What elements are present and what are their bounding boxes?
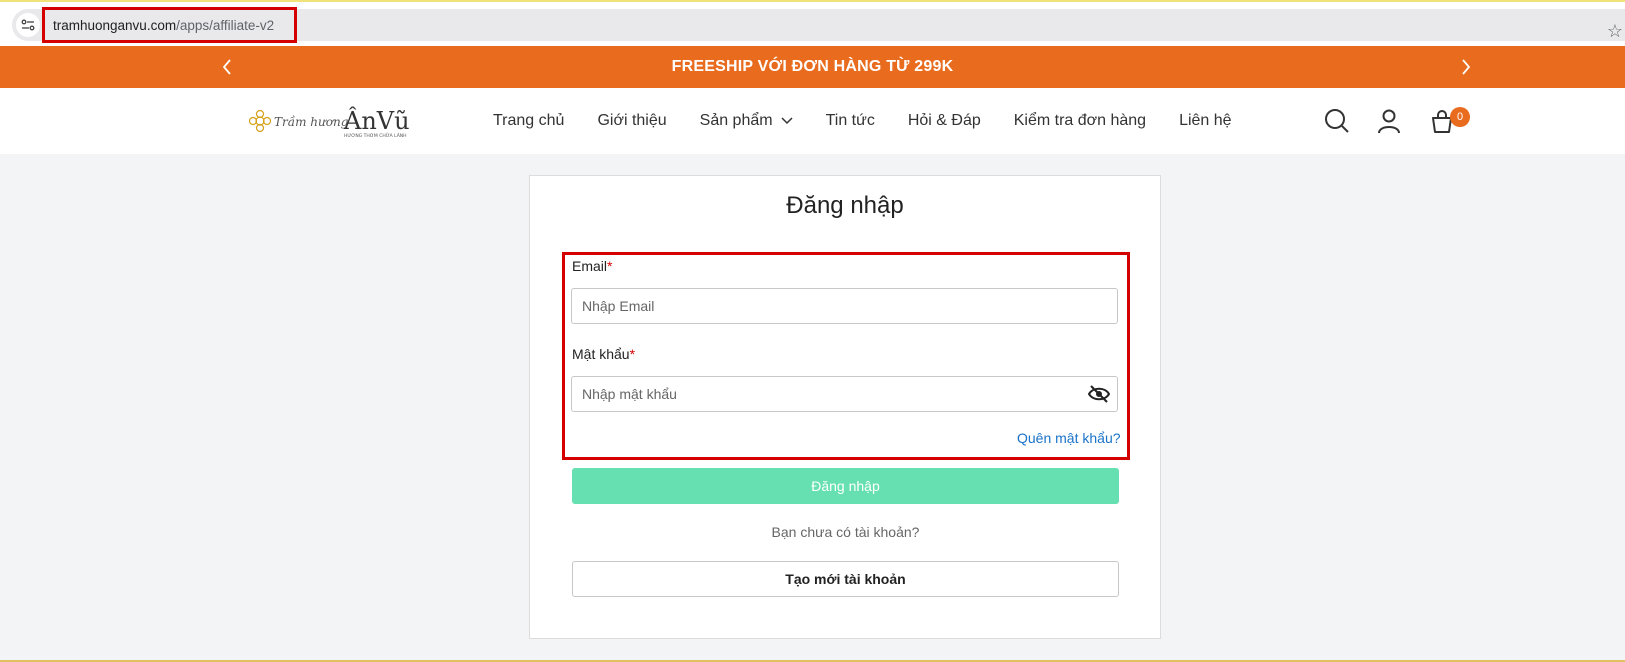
nav-item-home[interactable]: Trang chủ: [493, 112, 564, 130]
chevron-down-icon: [781, 117, 793, 125]
url-path: /apps/affiliate-v2: [176, 17, 275, 33]
main-nav: Trang chủ Giới thiệu Sản phẩm Tin tức Hỏ…: [493, 88, 1265, 154]
site-header: Trầm hương ÂnVũ HƯƠNG THƠM CHỮA LÀNH Tra…: [0, 88, 1625, 154]
cart-count-badge: 0: [1450, 107, 1470, 127]
site-info-icon[interactable]: [16, 13, 40, 37]
nav-item-contact[interactable]: Liên hệ: [1179, 112, 1232, 130]
no-account-text: Bạn chưa có tài khoản?: [771, 524, 920, 540]
site-logo[interactable]: Trầm hương ÂnVũ HƯƠNG THƠM CHỮA LÀNH: [248, 99, 418, 141]
lotus-logo-icon: [248, 109, 272, 133]
user-account-icon[interactable]: [1375, 107, 1403, 135]
password-label: Mật khẩu*: [572, 346, 636, 362]
svg-text:ÂnVũ: ÂnVũ: [343, 106, 410, 135]
svg-text:Trầm hương: Trầm hương: [274, 114, 349, 129]
nav-item-about[interactable]: Giới thiệu: [597, 112, 666, 130]
required-mark: *: [629, 346, 636, 362]
email-input[interactable]: [571, 288, 1118, 324]
url-domain: tramhuonganvu.com: [53, 17, 177, 33]
nav-item-order-check[interactable]: Kiểm tra đơn hàng: [1014, 112, 1146, 130]
url-text[interactable]: tramhuonganvu.com/apps/affiliate-v2: [42, 7, 297, 43]
bookmark-star-icon[interactable]: ☆: [1607, 22, 1623, 40]
login-button[interactable]: Đăng nhập: [572, 468, 1119, 504]
nav-item-news[interactable]: Tin tức: [826, 112, 875, 130]
email-label: Email*: [572, 258, 613, 274]
password-input[interactable]: [571, 376, 1118, 412]
search-icon[interactable]: [1323, 107, 1351, 135]
promo-text: FREESHIP VỚI ĐƠN HÀNG TỪ 299K: [671, 58, 954, 75]
create-account-button[interactable]: Tạo mới tài khoản: [572, 561, 1119, 597]
required-mark: *: [607, 258, 613, 274]
promo-prev-arrow-icon[interactable]: [217, 57, 237, 77]
nav-item-products[interactable]: Sản phẩm: [700, 112, 793, 130]
promo-next-arrow-icon[interactable]: [1456, 57, 1476, 77]
login-title: Đăng nhập: [786, 192, 904, 219]
svg-text:HƯƠNG THƠM CHỮA LÀNH: HƯƠNG THƠM CHỮA LÀNH: [344, 132, 407, 139]
browser-toolbar: ☆ tramhuonganvu.com/apps/affiliate-v2: [0, 0, 1625, 46]
forgot-password-link[interactable]: Quên mật khẩu?: [1017, 430, 1121, 446]
nav-item-faq[interactable]: Hỏi & Đáp: [908, 112, 981, 130]
eye-slash-icon[interactable]: [1087, 385, 1111, 403]
promo-banner: FREESHIP VỚI ĐƠN HÀNG TỪ 299K: [0, 46, 1625, 88]
